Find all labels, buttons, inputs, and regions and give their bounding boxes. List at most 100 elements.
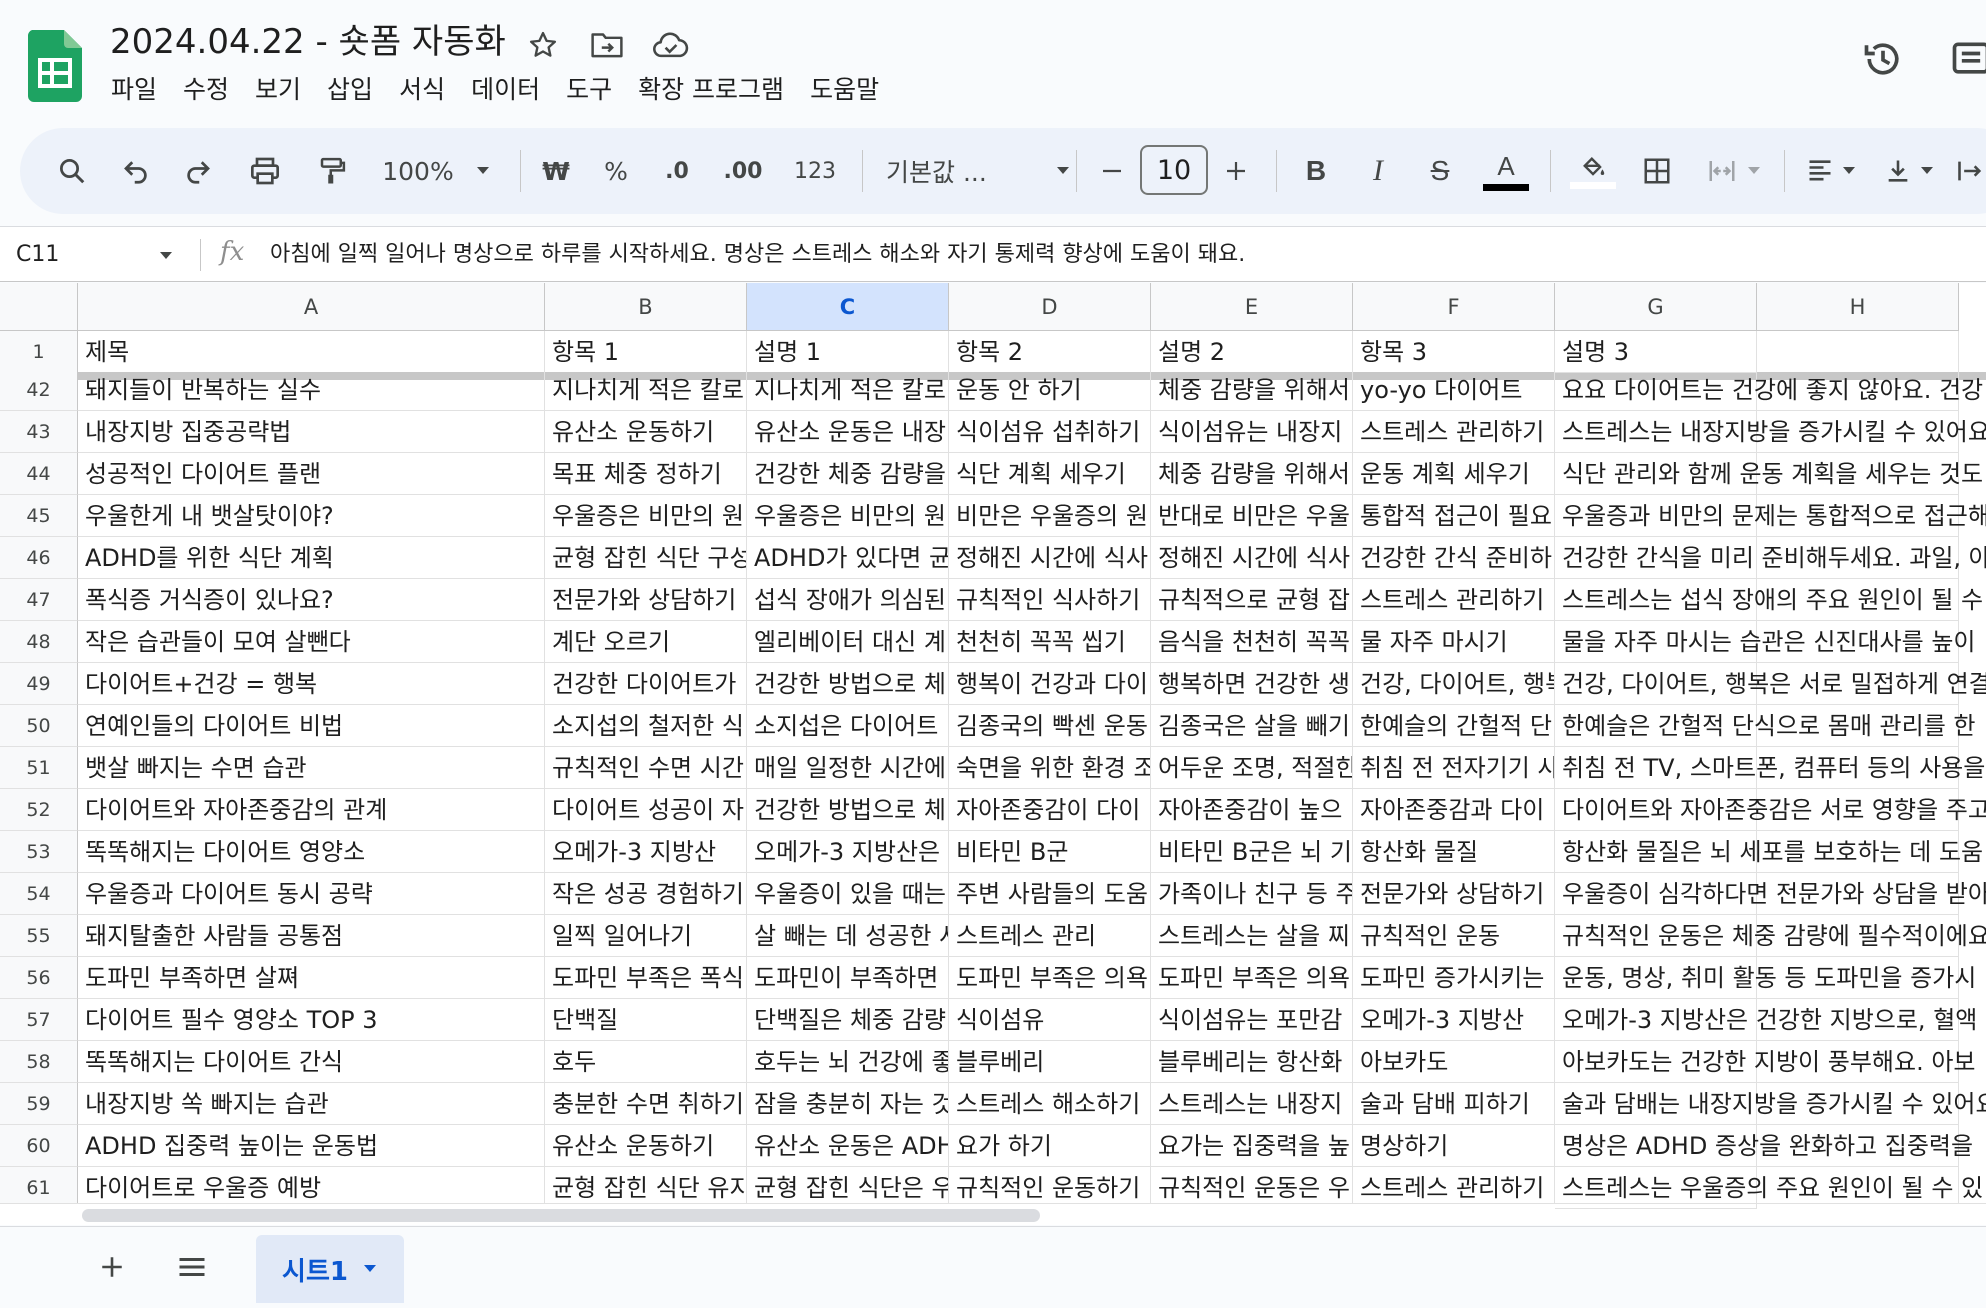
cell-b[interactable]: 건강한 다이어트가: [545, 663, 747, 705]
add-sheet-icon[interactable]: [86, 1241, 138, 1293]
cell-f[interactable]: 물 자주 마시기: [1353, 621, 1555, 663]
row-number[interactable]: 58: [0, 1041, 78, 1083]
cell-e[interactable]: 행복하면 건강한 생: [1151, 663, 1353, 705]
row-number[interactable]: 1: [0, 331, 78, 373]
cell-d[interactable]: 비타민 B군: [949, 831, 1151, 873]
cell-a[interactable]: 똑똑해지는 다이어트 영양소: [78, 831, 545, 873]
cell-a[interactable]: 연예인들의 다이어트 비법: [78, 705, 545, 747]
cell-g[interactable]: 건강한 간식을 미리 준비해두세요. 과일, 야: [1555, 537, 1986, 579]
cell-f[interactable]: 규칙적인 운동: [1353, 915, 1555, 957]
cell-g[interactable]: 운동, 명상, 취미 활동 등 도파민을 증가시: [1555, 957, 1976, 999]
cell-d[interactable]: 주변 사람들의 도움: [949, 873, 1151, 915]
cell-b[interactable]: 유산소 운동하기: [545, 1125, 747, 1167]
cell-a[interactable]: 작은 습관들이 모여 살뺀다: [78, 621, 545, 663]
row-number[interactable]: 52: [0, 789, 78, 831]
decrease-font-size-icon[interactable]: [1092, 128, 1132, 214]
cell-d[interactable]: 스트레스 해소하기: [949, 1083, 1151, 1125]
row-number[interactable]: 59: [0, 1083, 78, 1125]
cell-e[interactable]: 김종국은 살을 빼기: [1151, 705, 1353, 747]
cell-f[interactable]: 스트레스 관리하기: [1353, 411, 1555, 453]
column-header-g[interactable]: G: [1555, 283, 1757, 331]
menu-tools[interactable]: 도구: [553, 70, 625, 110]
cell-a[interactable]: 내장지방 집중공략법: [78, 411, 545, 453]
cell-c[interactable]: 호두는 뇌 건강에 좋: [747, 1041, 949, 1083]
vertical-align-icon[interactable]: [1876, 128, 1942, 214]
cell-c[interactable]: 우울증이 있을 때는: [747, 873, 949, 915]
cell-e[interactable]: 체중 감량을 위해서: [1151, 369, 1353, 411]
cell-f[interactable]: 전문가와 상담하기: [1353, 873, 1555, 915]
cell-b[interactable]: 규칙적인 수면 시간: [545, 747, 747, 789]
cell-d[interactable]: 김종국의 빡센 운동: [949, 705, 1151, 747]
cell-c[interactable]: ADHD가 있다면 균: [747, 537, 949, 579]
cell-b[interactable]: 충분한 수면 취하기: [545, 1083, 747, 1125]
cell-a[interactable]: 다이어트+건강 = 행복: [78, 663, 545, 705]
cell-f[interactable]: 통합적 접근이 필요: [1353, 495, 1555, 537]
column-header-b[interactable]: B: [545, 283, 747, 331]
cell-g[interactable]: 규칙적인 운동은 체중 감량에 필수적이에요: [1555, 915, 1986, 957]
cell-f[interactable]: 항목 3: [1353, 331, 1555, 373]
cell-d[interactable]: 항목 2: [949, 331, 1151, 373]
cell-c[interactable]: 살 빼는 데 성공한 사: [747, 915, 949, 957]
column-header-d[interactable]: D: [949, 283, 1151, 331]
cell-e[interactable]: 반대로 비만은 우울: [1151, 495, 1353, 537]
chevron-down-icon[interactable]: [362, 1264, 378, 1274]
cell-e[interactable]: 블루베리는 항산화: [1151, 1041, 1353, 1083]
cell-b[interactable]: 오메가-3 지방산: [545, 831, 747, 873]
cell-c[interactable]: 지나치게 적은 칼로: [747, 369, 949, 411]
cell-g[interactable]: 한예슬은 간헐적 단식으로 몸매 관리를 한: [1555, 705, 1976, 747]
row-number[interactable]: 48: [0, 621, 78, 663]
cell-e[interactable]: 스트레스는 내장지: [1151, 1083, 1353, 1125]
cell-d[interactable]: 스트레스 관리: [949, 915, 1151, 957]
undo-icon[interactable]: [114, 128, 158, 214]
paint-format-icon[interactable]: [310, 128, 354, 214]
print-icon[interactable]: [242, 128, 288, 214]
column-header-c[interactable]: C: [747, 283, 949, 331]
cell-a[interactable]: 우울증과 다이어트 동시 공략: [78, 873, 545, 915]
cell-e[interactable]: 정해진 시간에 식사: [1151, 537, 1353, 579]
bold-icon[interactable]: B: [1294, 128, 1338, 214]
cell-b[interactable]: 소지섭의 철저한 식: [545, 705, 747, 747]
column-header-a[interactable]: A: [78, 283, 545, 331]
cell-d[interactable]: 요가 하기: [949, 1125, 1151, 1167]
cell-f[interactable]: 도파민 증가시키는: [1353, 957, 1555, 999]
cell-f[interactable]: 아보카도: [1353, 1041, 1555, 1083]
cell-c[interactable]: 건강한 방법으로 체: [747, 789, 949, 831]
cell-f[interactable]: 취침 전 전자기기 사: [1353, 747, 1555, 789]
cell-b[interactable]: 항목 1: [545, 331, 747, 373]
cell-a[interactable]: 도파민 부족하면 살쪄: [78, 957, 545, 999]
star-icon[interactable]: [524, 26, 562, 64]
name-box[interactable]: C11: [16, 227, 59, 283]
fill-color-icon[interactable]: [1568, 128, 1618, 214]
cell-a[interactable]: 돼지탈출한 사람들 공통점: [78, 915, 545, 957]
cell-d[interactable]: 비만은 우울증의 원: [949, 495, 1151, 537]
cell-d[interactable]: 식이섬유: [949, 999, 1151, 1041]
menu-data[interactable]: 데이터: [458, 70, 553, 110]
sheet-tab[interactable]: 시트1: [256, 1235, 404, 1303]
cell-c[interactable]: 잠을 충분히 자는 것: [747, 1083, 949, 1125]
increase-decimal-button[interactable]: .00: [716, 128, 770, 214]
decrease-decimal-button[interactable]: .0: [654, 128, 700, 214]
horizontal-scrollbar-thumb[interactable]: [82, 1209, 1040, 1222]
version-history-icon[interactable]: [1858, 34, 1908, 84]
cell-c[interactable]: 유산소 운동은 ADH: [747, 1125, 949, 1167]
cell-e[interactable]: 자아존중감이 높으: [1151, 789, 1353, 831]
cell-b[interactable]: 지나치게 적은 칼로: [545, 369, 747, 411]
cell-c[interactable]: 소지섭은 다이어트: [747, 705, 949, 747]
cell-a[interactable]: 똑똑해지는 다이어트 간식: [78, 1041, 545, 1083]
menu-format[interactable]: 서식: [386, 70, 458, 110]
cell-a[interactable]: ADHD 집중력 높이는 운동법: [78, 1125, 545, 1167]
borders-icon[interactable]: [1634, 128, 1680, 214]
cell-f[interactable]: yo-yo 다이어트: [1353, 369, 1555, 411]
cell-c[interactable]: 건강한 체중 감량을: [747, 453, 949, 495]
cell-g[interactable]: 오메가-3 지방산은 건강한 지방으로, 혈액: [1555, 999, 1977, 1041]
cell-f[interactable]: 스트레스 관리하기: [1353, 579, 1555, 621]
cell-b[interactable]: 작은 성공 경험하기: [545, 873, 747, 915]
cell-g[interactable]: 명상은 ADHD 증상을 완화하고 집중력을: [1555, 1125, 1973, 1167]
cell-g[interactable]: 우울증이 심각하다면 전문가와 상담을 받아: [1555, 873, 1986, 915]
format-currency-button[interactable]: ₩: [538, 128, 574, 214]
spreadsheet-grid[interactable]: A B C D E F G H 1 제목 항목 1 설명 1 항목 2 설명 2 항목 3 설명 3 42 돼지들…: [0, 283, 1986, 1215]
zoom-select[interactable]: 100%: [376, 128, 496, 214]
cell-e[interactable]: 도파민 부족은 의욕: [1151, 957, 1353, 999]
horizontal-align-icon[interactable]: [1798, 128, 1864, 214]
menu-extensions[interactable]: 확장 프로그램: [625, 70, 797, 110]
